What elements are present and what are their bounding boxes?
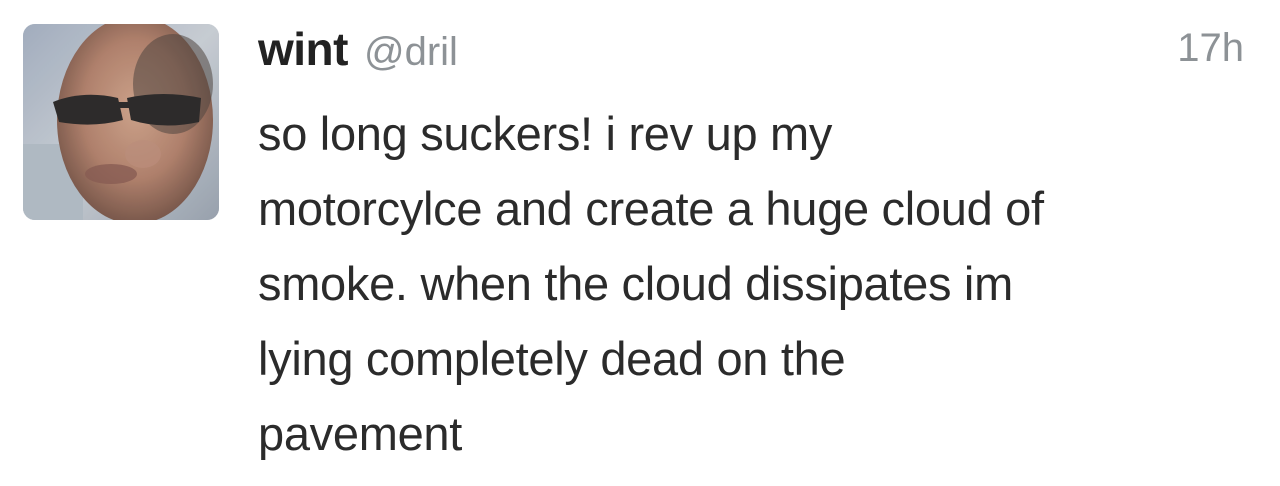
- profile-photo-icon: [23, 24, 219, 220]
- tweet-card[interactable]: wint @dril 17h so long suckers! i rev up…: [0, 0, 1280, 486]
- tweet-text: so long suckers! i rev up my motorcylce …: [258, 107, 1044, 460]
- tweet-timestamp[interactable]: 17h: [1177, 26, 1244, 71]
- display-name[interactable]: wint: [258, 22, 348, 76]
- avatar[interactable]: [23, 24, 219, 220]
- tweet-header: wint @dril: [258, 22, 458, 80]
- user-handle[interactable]: @dril: [364, 30, 458, 75]
